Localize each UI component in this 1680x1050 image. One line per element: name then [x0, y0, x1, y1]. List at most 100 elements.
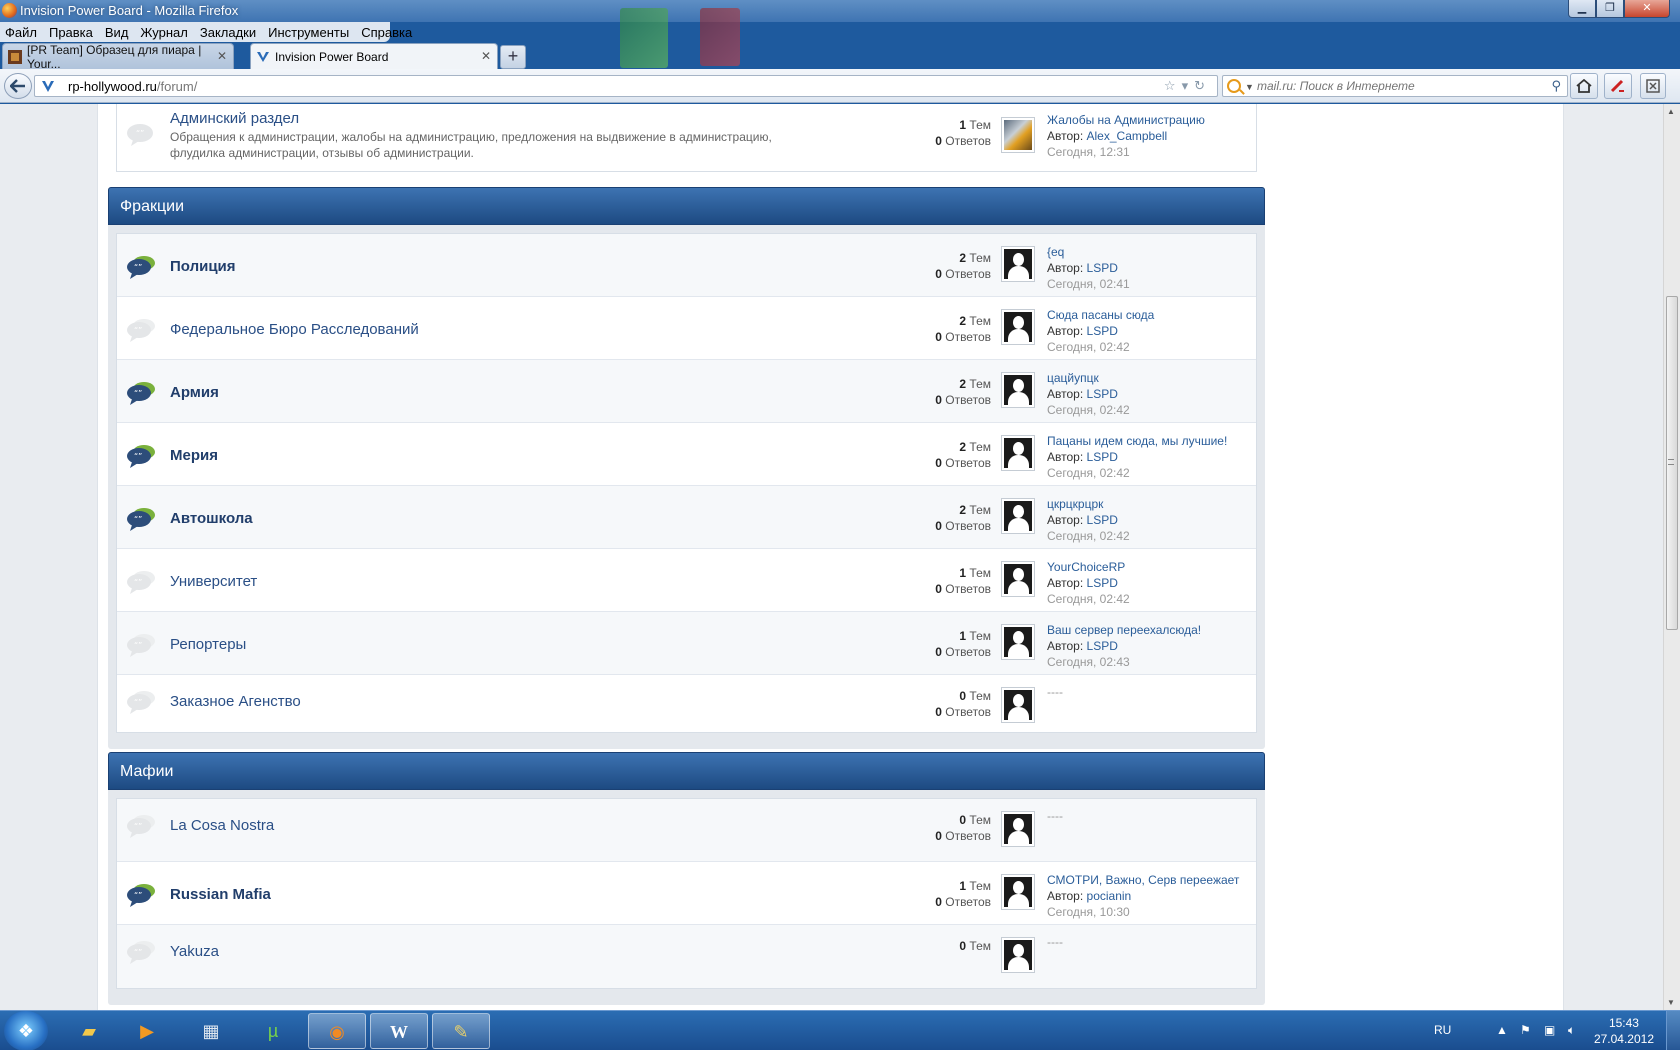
home-button[interactable]	[1570, 73, 1598, 99]
last-post-avatar[interactable]	[1001, 687, 1035, 723]
last-post-author[interactable]: LSPD	[1087, 324, 1118, 338]
tab-invision-power-board[interactable]: Invision Power Board ✕	[250, 43, 498, 69]
search-engine-icon[interactable]	[1227, 79, 1241, 93]
last-post-avatar[interactable]	[1001, 498, 1035, 534]
network-icon[interactable]: ▣	[1544, 1023, 1555, 1037]
tab-pr-team[interactable]: [PR Team] Образец для пиара | Your... ✕	[2, 43, 234, 71]
reload-icon[interactable]: ↻	[1194, 78, 1211, 93]
category-header[interactable]: Мафии	[108, 752, 1265, 790]
last-post-title[interactable]: Пацаны идем сюда, мы лучшие!	[1047, 433, 1227, 449]
forum-title[interactable]: Федеральное Бюро Расследований	[170, 321, 419, 338]
last-post-title[interactable]: цкрцкрцрк	[1047, 496, 1130, 512]
forum-title[interactable]: Russian Mafia	[170, 886, 271, 903]
forum-row[interactable]: “” Заказное Агенство 0 Тем 0 Ответов ----	[117, 675, 1256, 732]
last-post-title[interactable]: Сюда пасаны сюда	[1047, 307, 1154, 323]
last-post-author[interactable]: pocianin	[1087, 889, 1132, 903]
tray-expand-icon[interactable]: ▲	[1496, 1023, 1508, 1037]
forum-row[interactable]: “” Федеральное Бюро Расследований 2 Тем 0 О…	[117, 297, 1256, 360]
forum-row[interactable]: “” Репортеры 1 Тем 0 Ответов Ваш сервер пере…	[117, 612, 1256, 675]
forum-row[interactable]: “” Yakuza 0 Тем ----	[117, 925, 1256, 988]
taskbar-paint[interactable]: ✎	[432, 1013, 490, 1049]
menu-edit[interactable]: Правка	[49, 25, 93, 40]
forum-title[interactable]: La Cosa Nostra	[170, 817, 274, 834]
last-post-title[interactable]: СМОТРИ, Важно, Серв переежает	[1047, 872, 1239, 888]
forum-row[interactable]: “” Полиция 2 Тем 0 Ответов {eq Автор: LSPD Сег…	[117, 234, 1256, 297]
forum-row[interactable]: “” La Cosa Nostra 0 Тем 0 Ответов ----	[117, 799, 1256, 862]
last-post-title[interactable]: YourChoiceRP	[1047, 559, 1130, 575]
close-window-button[interactable]: ✕	[1624, 0, 1670, 18]
volume-icon[interactable]: 🔈︎	[1568, 1023, 1575, 1038]
last-post-avatar[interactable]	[1001, 811, 1035, 847]
last-post-title[interactable]: цацйупцк	[1047, 370, 1130, 386]
scroll-down-icon[interactable]: ▼	[1667, 998, 1675, 1007]
last-post-author[interactable]: LSPD	[1087, 513, 1118, 527]
language-indicator[interactable]: RU	[1434, 1023, 1451, 1037]
tab-close-icon[interactable]: ✕	[217, 49, 227, 63]
addon-button[interactable]	[1604, 73, 1632, 99]
forum-row[interactable]: “” Автошкола 2 Тем 0 Ответов цкрцкрцрк Автор:…	[117, 486, 1256, 549]
last-post-avatar[interactable]	[1001, 937, 1035, 973]
vertical-scrollbar[interactable]: ▲ ▼	[1663, 104, 1680, 1010]
menu-view[interactable]: Вид	[105, 25, 129, 40]
forum-row[interactable]: “” Russian Mafia 1 Тем 0 Ответов СМОТРИ, Важ…	[117, 862, 1256, 925]
taskbar-calculator[interactable]: ▦	[182, 1013, 240, 1049]
forum-title[interactable]: Автошкола	[170, 510, 253, 527]
menu-history[interactable]: Журнал	[140, 25, 187, 40]
menu-file[interactable]: Файл	[5, 25, 37, 40]
forum-row[interactable]: “” Армия 2 Тем 0 Ответов цацйупцк Автор: LSPD…	[117, 360, 1256, 423]
last-post-avatar[interactable]	[1001, 874, 1035, 910]
tab-close-icon[interactable]: ✕	[481, 49, 491, 63]
forum-title[interactable]: Мерия	[170, 447, 218, 464]
chevron-down-icon[interactable]: ▼	[1245, 82, 1254, 92]
maximize-button[interactable]: ❐	[1596, 0, 1624, 18]
forum-title[interactable]: Репортеры	[170, 636, 246, 653]
action-center-flag-icon[interactable]: ⚑	[1520, 1023, 1531, 1037]
search-input[interactable]	[1257, 78, 1547, 94]
last-post-title[interactable]: Ваш сервер переехалсюда!	[1047, 622, 1201, 638]
forum-title[interactable]: Админский раздел	[170, 110, 299, 127]
last-post-avatar[interactable]	[1001, 561, 1035, 597]
new-tab-button[interactable]: +	[500, 45, 526, 69]
forum-title[interactable]: Заказное Агенство	[170, 693, 301, 710]
last-post-title[interactable]: Жалобы на Администрацию	[1047, 112, 1205, 128]
last-post-avatar[interactable]	[1001, 246, 1035, 282]
taskbar-word[interactable]: W	[370, 1013, 428, 1049]
search-bar[interactable]: ▼ ⚲	[1222, 75, 1568, 97]
forum-title[interactable]: Yakuza	[170, 943, 219, 960]
last-post-title[interactable]: {eq	[1047, 244, 1130, 260]
last-post-avatar[interactable]	[1001, 372, 1035, 408]
address-bar[interactable]: rp-hollywood.ru/forum/ ☆▾↻	[34, 75, 1218, 97]
bookmark-star-icon[interactable]: ☆	[1164, 78, 1182, 93]
back-button[interactable]	[4, 73, 32, 99]
search-icon[interactable]: ⚲	[1551, 78, 1561, 94]
last-post-author[interactable]: LSPD	[1087, 450, 1118, 464]
last-post-avatar[interactable]	[1001, 117, 1035, 153]
taskbar-utorrent[interactable]: µ	[244, 1013, 302, 1049]
last-post-avatar[interactable]	[1001, 309, 1035, 345]
forum-row-admin[interactable]: “” Админский раздел Обращения к админист…	[117, 104, 1256, 171]
last-post-author[interactable]: Alex_Campbell	[1087, 129, 1168, 143]
last-post-author[interactable]: LSPD	[1087, 639, 1118, 653]
last-post-author[interactable]: LSPD	[1087, 261, 1118, 275]
forum-row[interactable]: “” Мерия 2 Тем 0 Ответов Пацаны идем сюда, м…	[117, 423, 1256, 486]
start-button[interactable]: ❖	[4, 1011, 48, 1050]
forum-title[interactable]: Университет	[170, 573, 257, 590]
clock[interactable]: 15:43 27.04.2012	[1594, 1015, 1654, 1047]
last-post-author[interactable]: LSPD	[1087, 387, 1118, 401]
forum-row[interactable]: “” Университет 1 Тем 0 Ответов YourChoiceRP А…	[117, 549, 1256, 612]
addon-button-2[interactable]	[1640, 73, 1666, 99]
minimize-button[interactable]: ▁	[1568, 0, 1596, 18]
last-post-author[interactable]: LSPD	[1087, 576, 1118, 590]
category-header[interactable]: Фракции	[108, 187, 1265, 225]
show-desktop-button[interactable]	[1666, 1011, 1680, 1050]
taskbar-firefox[interactable]: ◉	[308, 1013, 366, 1049]
taskbar-media-player[interactable]: ▶	[118, 1013, 176, 1049]
menu-tools[interactable]: Инструменты	[268, 25, 349, 40]
menu-help[interactable]: Справка	[361, 25, 412, 40]
last-post-avatar[interactable]	[1001, 435, 1035, 471]
scroll-up-icon[interactable]: ▲	[1667, 107, 1675, 116]
taskbar-explorer[interactable]: ▰	[60, 1013, 118, 1049]
history-dropdown-icon[interactable]: ▾	[1182, 78, 1195, 93]
last-post-avatar[interactable]	[1001, 624, 1035, 660]
forum-title[interactable]: Армия	[170, 384, 219, 401]
